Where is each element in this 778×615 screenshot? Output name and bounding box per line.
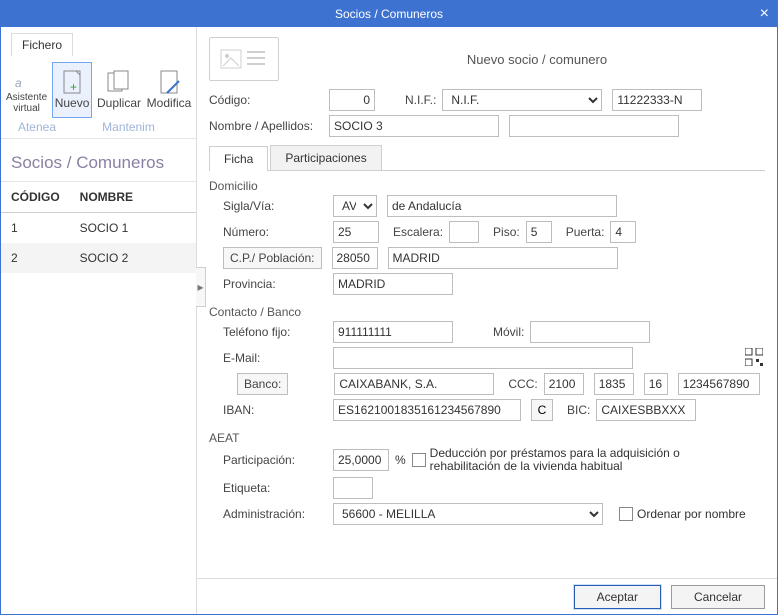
ordenar-label: Ordenar por nombre — [637, 507, 746, 521]
participacion-label: Participación: — [223, 453, 333, 467]
svg-text:a: a — [15, 76, 22, 90]
section-aeat: AEAT — [197, 423, 777, 445]
deduccion-label: Deducción por préstamos para la adquisic… — [430, 447, 730, 473]
iban-input[interactable] — [333, 399, 521, 421]
cp-poblacion-button[interactable]: C.P./ Población: — [223, 247, 322, 269]
left-panel: Fichero a Asistente virtual + Nuevo — [1, 27, 197, 614]
banco-button[interactable]: Banco: — [237, 373, 288, 395]
apellidos-input[interactable] — [509, 115, 679, 137]
banco-input[interactable] — [334, 373, 494, 395]
section-contacto: Contacto / Banco — [197, 297, 777, 319]
escalera-label: Escalera: — [379, 225, 449, 239]
escalera-input[interactable] — [449, 221, 479, 243]
cancelar-button[interactable]: Cancelar — [671, 585, 765, 609]
modificar-button[interactable]: Modifica — [146, 62, 192, 118]
deduccion-checkbox[interactable] — [412, 453, 426, 467]
col-codigo[interactable]: CÓDIGO — [1, 182, 70, 213]
numero-input[interactable] — [333, 221, 379, 243]
piso-input[interactable] — [526, 221, 552, 243]
administracion-select[interactable]: 56600 - MELILLA — [333, 503, 603, 525]
etiqueta-label: Etiqueta: — [223, 481, 333, 495]
duplicar-label: Duplicar — [97, 96, 141, 110]
codigo-label: Código: — [209, 93, 329, 107]
asistente-icon: a — [14, 66, 40, 92]
ribbon-group-mantenim: Mantenim — [67, 120, 190, 134]
codigo-input[interactable] — [329, 89, 375, 111]
window-title: Socios / Comuneros — [335, 7, 443, 21]
asistente-virtual-button[interactable]: a Asistente virtual — [5, 62, 48, 118]
form-header: Nuevo socio / comunero — [309, 52, 765, 67]
tab-participaciones[interactable]: Participaciones — [270, 145, 381, 170]
table-row[interactable]: 2 SOCIO 2 — [1, 243, 196, 273]
duplicar-icon — [106, 70, 132, 96]
ordenar-checkbox[interactable] — [619, 507, 633, 521]
page-title: Socios / Comuneros — [1, 139, 196, 182]
table-row[interactable]: 1 SOCIO 1 — [1, 213, 196, 244]
collapse-handle[interactable]: ▸ — [196, 267, 206, 307]
ribbon-file-tab[interactable]: Fichero — [1, 27, 196, 56]
ribbon-group-atenea: Atenea — [7, 120, 67, 134]
section-domicilio: Domicilio — [197, 171, 777, 193]
nif-input[interactable] — [612, 89, 702, 111]
cp-input[interactable] — [332, 247, 378, 269]
sigla-label: Sigla/Vía: — [223, 199, 333, 213]
pct-label: % — [389, 453, 412, 467]
ccc1-input[interactable] — [544, 373, 584, 395]
nuevo-label: Nuevo — [55, 96, 90, 110]
provincia-input[interactable] — [333, 273, 453, 295]
form-panel: ▸ Nuevo socio / comunero Código: — [197, 27, 777, 614]
iban-calc-button[interactable]: C — [531, 399, 553, 421]
nombre-input[interactable] — [329, 115, 499, 137]
piso-label: Piso: — [479, 225, 526, 239]
asistente-label: Asistente virtual — [6, 92, 47, 114]
movil-label: Móvil: — [453, 325, 530, 339]
email-input[interactable] — [333, 347, 633, 369]
nombre-label: Nombre / Apellidos: — [209, 119, 329, 133]
close-icon[interactable]: × — [760, 1, 769, 27]
ribbon-file-tab-label: Fichero — [11, 33, 73, 56]
telefono-label: Teléfono fijo: — [223, 325, 333, 339]
qr-icon[interactable] — [745, 348, 765, 368]
sigla-select[interactable]: AV — [333, 195, 377, 217]
aceptar-button[interactable]: Aceptar — [574, 585, 661, 609]
participacion-input[interactable] — [333, 449, 389, 471]
duplicar-button[interactable]: Duplicar — [96, 62, 142, 118]
nuevo-icon: + — [59, 70, 85, 96]
ccc2-input[interactable] — [594, 373, 634, 395]
bic-input[interactable] — [596, 399, 696, 421]
email-label: E-Mail: — [223, 351, 333, 365]
via-input[interactable] — [387, 195, 617, 217]
etiqueta-input[interactable] — [333, 477, 373, 499]
telefono-input[interactable] — [333, 321, 453, 343]
header-image-icon — [209, 37, 279, 81]
administracion-label: Administración: — [223, 507, 333, 521]
poblacion-input[interactable] — [388, 247, 618, 269]
window-titlebar: Socios / Comuneros × — [1, 1, 777, 27]
tab-ficha[interactable]: Ficha — [209, 146, 268, 171]
numero-label: Número: — [223, 225, 333, 239]
ccc-label: CCC: — [494, 377, 543, 391]
ccc3-input[interactable] — [644, 373, 668, 395]
nif-type-select[interactable]: N.I.F. — [442, 89, 602, 111]
modificar-label: Modifica — [147, 96, 192, 110]
nif-label: N.I.F.: — [375, 93, 442, 107]
bic-label: BIC: — [553, 403, 596, 417]
puerta-label: Puerta: — [552, 225, 611, 239]
movil-input[interactable] — [530, 321, 650, 343]
puerta-input[interactable] — [610, 221, 636, 243]
ccc4-input[interactable] — [678, 373, 760, 395]
modificar-icon — [156, 70, 182, 96]
nuevo-button[interactable]: + Nuevo — [52, 62, 92, 118]
col-nombre[interactable]: NOMBRE — [70, 182, 196, 213]
iban-label: IBAN: — [223, 403, 333, 417]
svg-text:+: + — [70, 80, 77, 94]
provincia-label: Provincia: — [223, 277, 333, 291]
socios-table: CÓDIGO NOMBRE 1 SOCIO 1 2 SOCIO 2 — [1, 182, 196, 273]
